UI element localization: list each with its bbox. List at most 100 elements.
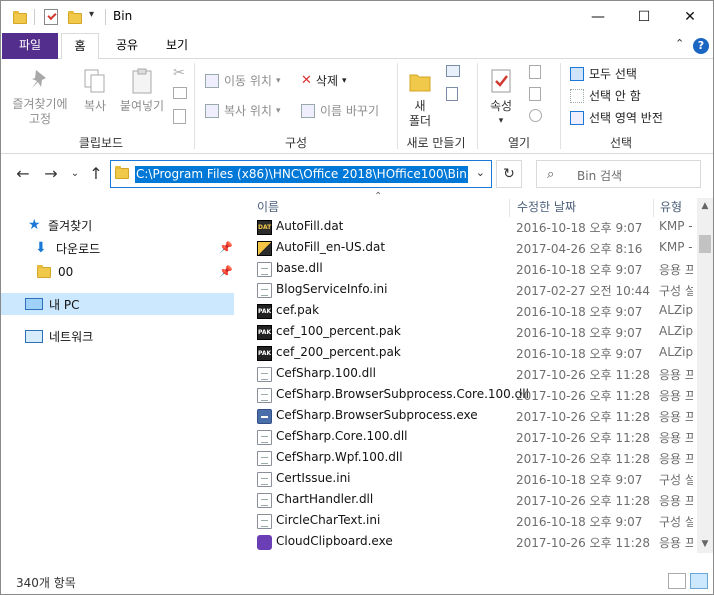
rename-button[interactable]: 이름 바꾸기 bbox=[301, 102, 379, 119]
list-item[interactable]: CloudClipboard.exe 2017-10-26 오후 11:28 응용 … bbox=[255, 532, 693, 553]
help-icon[interactable]: ? bbox=[693, 38, 709, 54]
list-item[interactable]: CefSharp.Core.100.dll 2017-10-26 오후 11:28… bbox=[255, 427, 693, 448]
properties-button[interactable]: 속성 ▾ bbox=[481, 67, 521, 129]
invert-selection-button[interactable]: 선택 영역 반전 bbox=[570, 109, 663, 126]
new-folder-button[interactable]: 새 폴더 bbox=[401, 67, 439, 129]
scroll-down-icon[interactable]: ▼ bbox=[697, 536, 713, 553]
column-header-date[interactable]: 수정한 날짜 bbox=[517, 198, 651, 218]
list-item[interactable]: AutoFill_en-US.dat 2017-04-26 오후 8:16 KMP … bbox=[255, 238, 693, 259]
back-button[interactable]: ← bbox=[13, 164, 33, 183]
file-date: 2016-10-18 오후 9:07 bbox=[516, 347, 643, 361]
pin-icon[interactable]: 📌 bbox=[219, 241, 233, 254]
list-item[interactable]: CefSharp.Wpf.100.dll 2017-10-26 오후 11:28 응… bbox=[255, 448, 693, 469]
nav-quick-access[interactable]: ★ 즐겨찾기 bbox=[1, 214, 92, 236]
copy-path-icon[interactable] bbox=[173, 87, 187, 99]
recent-locations-icon[interactable]: ⌄ bbox=[65, 168, 85, 179]
dll-icon bbox=[257, 430, 272, 445]
list-item[interactable]: DAT AutoFill.dat 2016-10-18 오후 9:07 KMP - bbox=[255, 217, 693, 238]
select-none-label: 선택 안 함 bbox=[589, 89, 641, 103]
details-view-button[interactable] bbox=[668, 573, 686, 589]
move-to-button[interactable]: 이동 위치 ▾ bbox=[205, 72, 281, 89]
list-item[interactable]: CertIssue.ini 2016-10-18 오후 9:07 구성 설 bbox=[255, 469, 693, 490]
copy-to-button[interactable]: 복사 위치 ▾ bbox=[205, 102, 281, 119]
nav-folder-00[interactable]: 00 bbox=[1, 261, 73, 283]
easy-access-icon[interactable] bbox=[446, 87, 458, 101]
file-name: cef_200_percent.pak bbox=[276, 345, 401, 359]
file-date: 2017-02-27 오전 10:44 bbox=[516, 284, 651, 298]
search-icon: ⌕ bbox=[547, 167, 555, 182]
address-bar[interactable]: C:\Program Files (x86)\HNC\Office 2018\H… bbox=[110, 160, 492, 188]
select-all-button[interactable]: 모두 선택 bbox=[570, 65, 637, 82]
list-item[interactable]: CefSharp.BrowserSubprocess.Core.100.dll 2… bbox=[255, 385, 693, 406]
history-icon[interactable] bbox=[529, 109, 542, 122]
list-item[interactable]: PAK cef_200_percent.pak 2016-10-18 오후 9:07… bbox=[255, 343, 693, 364]
tab-home[interactable]: 홈 bbox=[61, 33, 99, 60]
nav-downloads[interactable]: ⬇ 다운로드 bbox=[1, 237, 100, 259]
address-path[interactable]: C:\Program Files (x86)\HNC\Office 2018\H… bbox=[135, 166, 468, 183]
rename-icon bbox=[301, 103, 315, 118]
new-folder-label: 새 폴더 bbox=[408, 99, 432, 128]
column-header-name[interactable]: 이름 bbox=[257, 198, 497, 218]
list-item[interactable]: CefSharp.100.dll 2017-10-26 오후 11:28 응용 프 bbox=[255, 364, 693, 385]
nav-network[interactable]: 네트워크 bbox=[1, 325, 93, 347]
quick-access-dropdown-icon[interactable]: ▾ bbox=[89, 9, 94, 20]
large-icons-view-button[interactable] bbox=[690, 573, 708, 589]
nav-quick-access-label: 즐겨찾기 bbox=[48, 218, 93, 233]
list-item[interactable]: ChartHandler.dll 2017-10-26 오후 11:28 응용 프 bbox=[255, 490, 693, 511]
tab-share[interactable]: 공유 bbox=[109, 33, 145, 59]
pin-icon bbox=[32, 70, 46, 88]
search-input[interactable]: Bin 검색 bbox=[577, 167, 622, 184]
vertical-scrollbar[interactable]: ▲ ▼ bbox=[697, 198, 713, 553]
file-type: 응용 프 bbox=[659, 452, 693, 466]
paste-shortcut-icon[interactable] bbox=[173, 109, 186, 124]
pin-to-quick-access-button[interactable]: 즐겨찾기에 고정 bbox=[7, 67, 73, 127]
tab-file[interactable]: 파일 bbox=[2, 33, 58, 59]
nav-this-pc[interactable]: 내 PC bbox=[1, 293, 234, 315]
minimize-button[interactable]: — bbox=[575, 1, 621, 33]
file-type: 응용 프 bbox=[659, 494, 693, 508]
list-item[interactable]: BlogServiceInfo.ini 2017-02-27 오전 10:44 구성… bbox=[255, 280, 693, 301]
copy-icon bbox=[84, 69, 105, 93]
close-button[interactable]: ✕ bbox=[667, 1, 713, 33]
list-item[interactable]: PAK cef.pak 2016-10-18 오후 9:07 ALZip bbox=[255, 301, 693, 322]
pin-icon[interactable]: 📌 bbox=[219, 265, 233, 278]
nav-downloads-label: 다운로드 bbox=[56, 241, 101, 256]
file-name: CefSharp.100.dll bbox=[276, 366, 376, 380]
open-icon[interactable] bbox=[529, 65, 541, 79]
tab-view[interactable]: 보기 bbox=[157, 33, 197, 59]
maximize-button[interactable]: ☐ bbox=[621, 1, 667, 33]
file-type: ALZip bbox=[659, 345, 693, 359]
collapse-ribbon-icon[interactable]: ⌃ bbox=[675, 37, 684, 50]
scroll-thumb[interactable] bbox=[699, 235, 711, 253]
scroll-up-icon[interactable]: ▲ bbox=[697, 198, 713, 215]
select-none-button[interactable]: 선택 안 함 bbox=[570, 87, 641, 104]
invert-selection-label: 선택 영역 반전 bbox=[589, 111, 663, 125]
list-item[interactable]: base.dll 2016-10-18 오후 9:07 응용 프 bbox=[255, 259, 693, 280]
search-box[interactable]: ⌕ Bin 검색 bbox=[536, 160, 701, 188]
dat-icon bbox=[257, 241, 272, 256]
paste-button[interactable]: 붙여넣기 bbox=[117, 67, 167, 114]
new-folder-icon bbox=[409, 74, 431, 92]
file-type: 응용 프 bbox=[659, 263, 693, 277]
list-item[interactable]: CircleCharText.ini 2016-10-18 오후 9:07 구성 설 bbox=[255, 511, 693, 532]
properties-quick-icon[interactable] bbox=[44, 9, 58, 25]
folder-icon bbox=[115, 166, 129, 179]
copy-button[interactable]: 복사 bbox=[77, 67, 113, 114]
edit-icon[interactable] bbox=[529, 87, 541, 101]
chevron-down-icon[interactable]: ⌄ bbox=[476, 166, 485, 179]
dll-icon bbox=[257, 367, 272, 382]
file-date: 2017-10-26 오후 11:28 bbox=[516, 389, 651, 403]
column-header-type[interactable]: 유형 bbox=[660, 198, 696, 218]
list-item[interactable]: PAK cef_100_percent.pak 2016-10-18 오후 9:07… bbox=[255, 322, 693, 343]
new-folder-quick-icon[interactable] bbox=[68, 11, 82, 24]
file-date: 2017-04-26 오후 8:16 bbox=[516, 242, 643, 256]
up-button[interactable]: ↑ bbox=[86, 164, 106, 183]
refresh-button[interactable]: ↻ bbox=[496, 160, 522, 188]
list-item[interactable]: CefSharp.BrowserSubprocess.exe 2017-10-26… bbox=[255, 406, 693, 427]
delete-button[interactable]: ✕ 삭제 ▾ bbox=[301, 72, 347, 89]
file-type: KMP - bbox=[659, 219, 693, 233]
cut-icon[interactable]: ✂ bbox=[173, 65, 185, 81]
forward-button[interactable]: → bbox=[41, 164, 61, 183]
divider bbox=[34, 9, 35, 25]
new-item-icon[interactable] bbox=[446, 65, 460, 77]
